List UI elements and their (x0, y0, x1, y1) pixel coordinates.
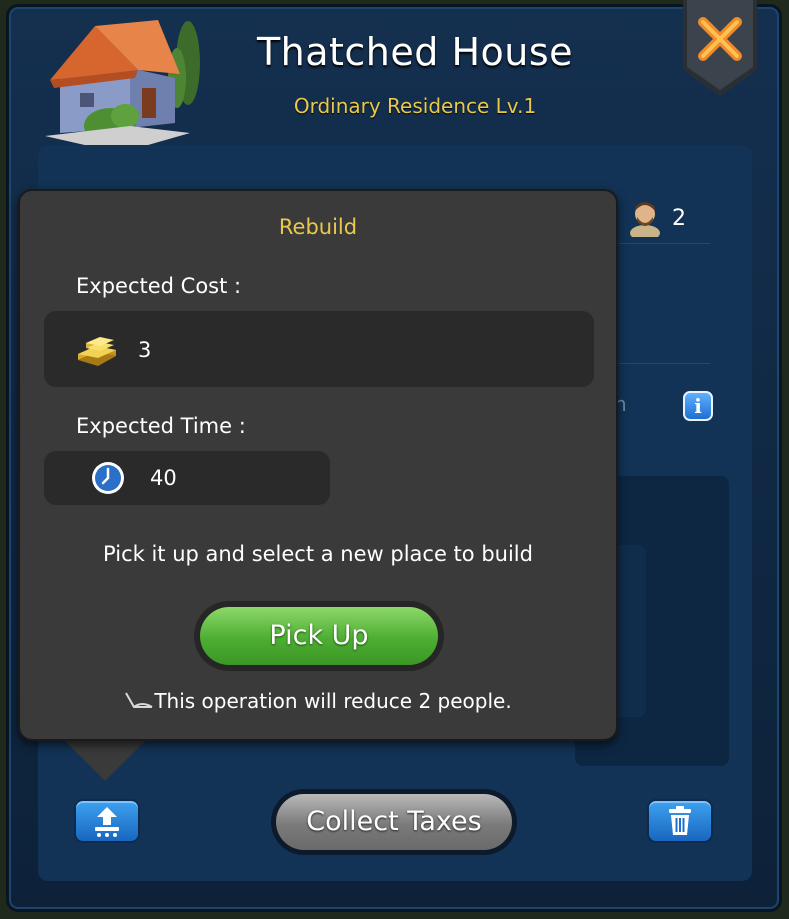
move-building-button[interactable] (74, 799, 140, 843)
house-illustration (45, 20, 200, 153)
gold-bars-icon (78, 337, 116, 366)
population-row: 2 (628, 198, 686, 238)
warning-text: This operation will reduce 2 people. (154, 689, 512, 713)
building-subtitle: Ordinary Residence Lv.1 (293, 94, 537, 118)
warning-icon (125, 692, 153, 708)
collect-taxes-label: Collect Taxes (276, 794, 512, 850)
info-icon[interactable]: i (683, 391, 713, 421)
popup-pointer (63, 739, 147, 781)
cost-box (44, 311, 594, 387)
population-count: 2 (672, 205, 686, 231)
time-value: 40 (150, 466, 177, 490)
building-name: Thatched House (256, 30, 574, 74)
popup-title: Rebuild (278, 215, 358, 239)
warning-row: This operation will reduce 2 people. (20, 689, 616, 713)
pick-up-label: Pick Up (200, 607, 438, 665)
move-building-icon (95, 807, 119, 837)
pick-up-button[interactable]: Pick Up (194, 601, 444, 671)
trash-icon (669, 806, 691, 835)
clock-icon (92, 462, 124, 494)
citizen-portrait-icon (630, 202, 660, 237)
cost-value: 3 (138, 338, 152, 362)
popup-message: Pick it up and select a new place to bui… (103, 542, 533, 566)
collect-taxes-button[interactable]: Collect Taxes (271, 789, 517, 855)
divider (614, 363, 710, 364)
time-box (44, 451, 330, 505)
expected-cost-label: Expected Cost : (76, 274, 242, 298)
expected-time-label: Expected Time : (76, 414, 246, 438)
rebuild-popup: Rebuild Expected Cost : 3 Expected Time … (18, 189, 618, 741)
delete-building-button[interactable] (647, 799, 713, 843)
divider (614, 243, 710, 244)
close-button[interactable] (683, 0, 757, 96)
